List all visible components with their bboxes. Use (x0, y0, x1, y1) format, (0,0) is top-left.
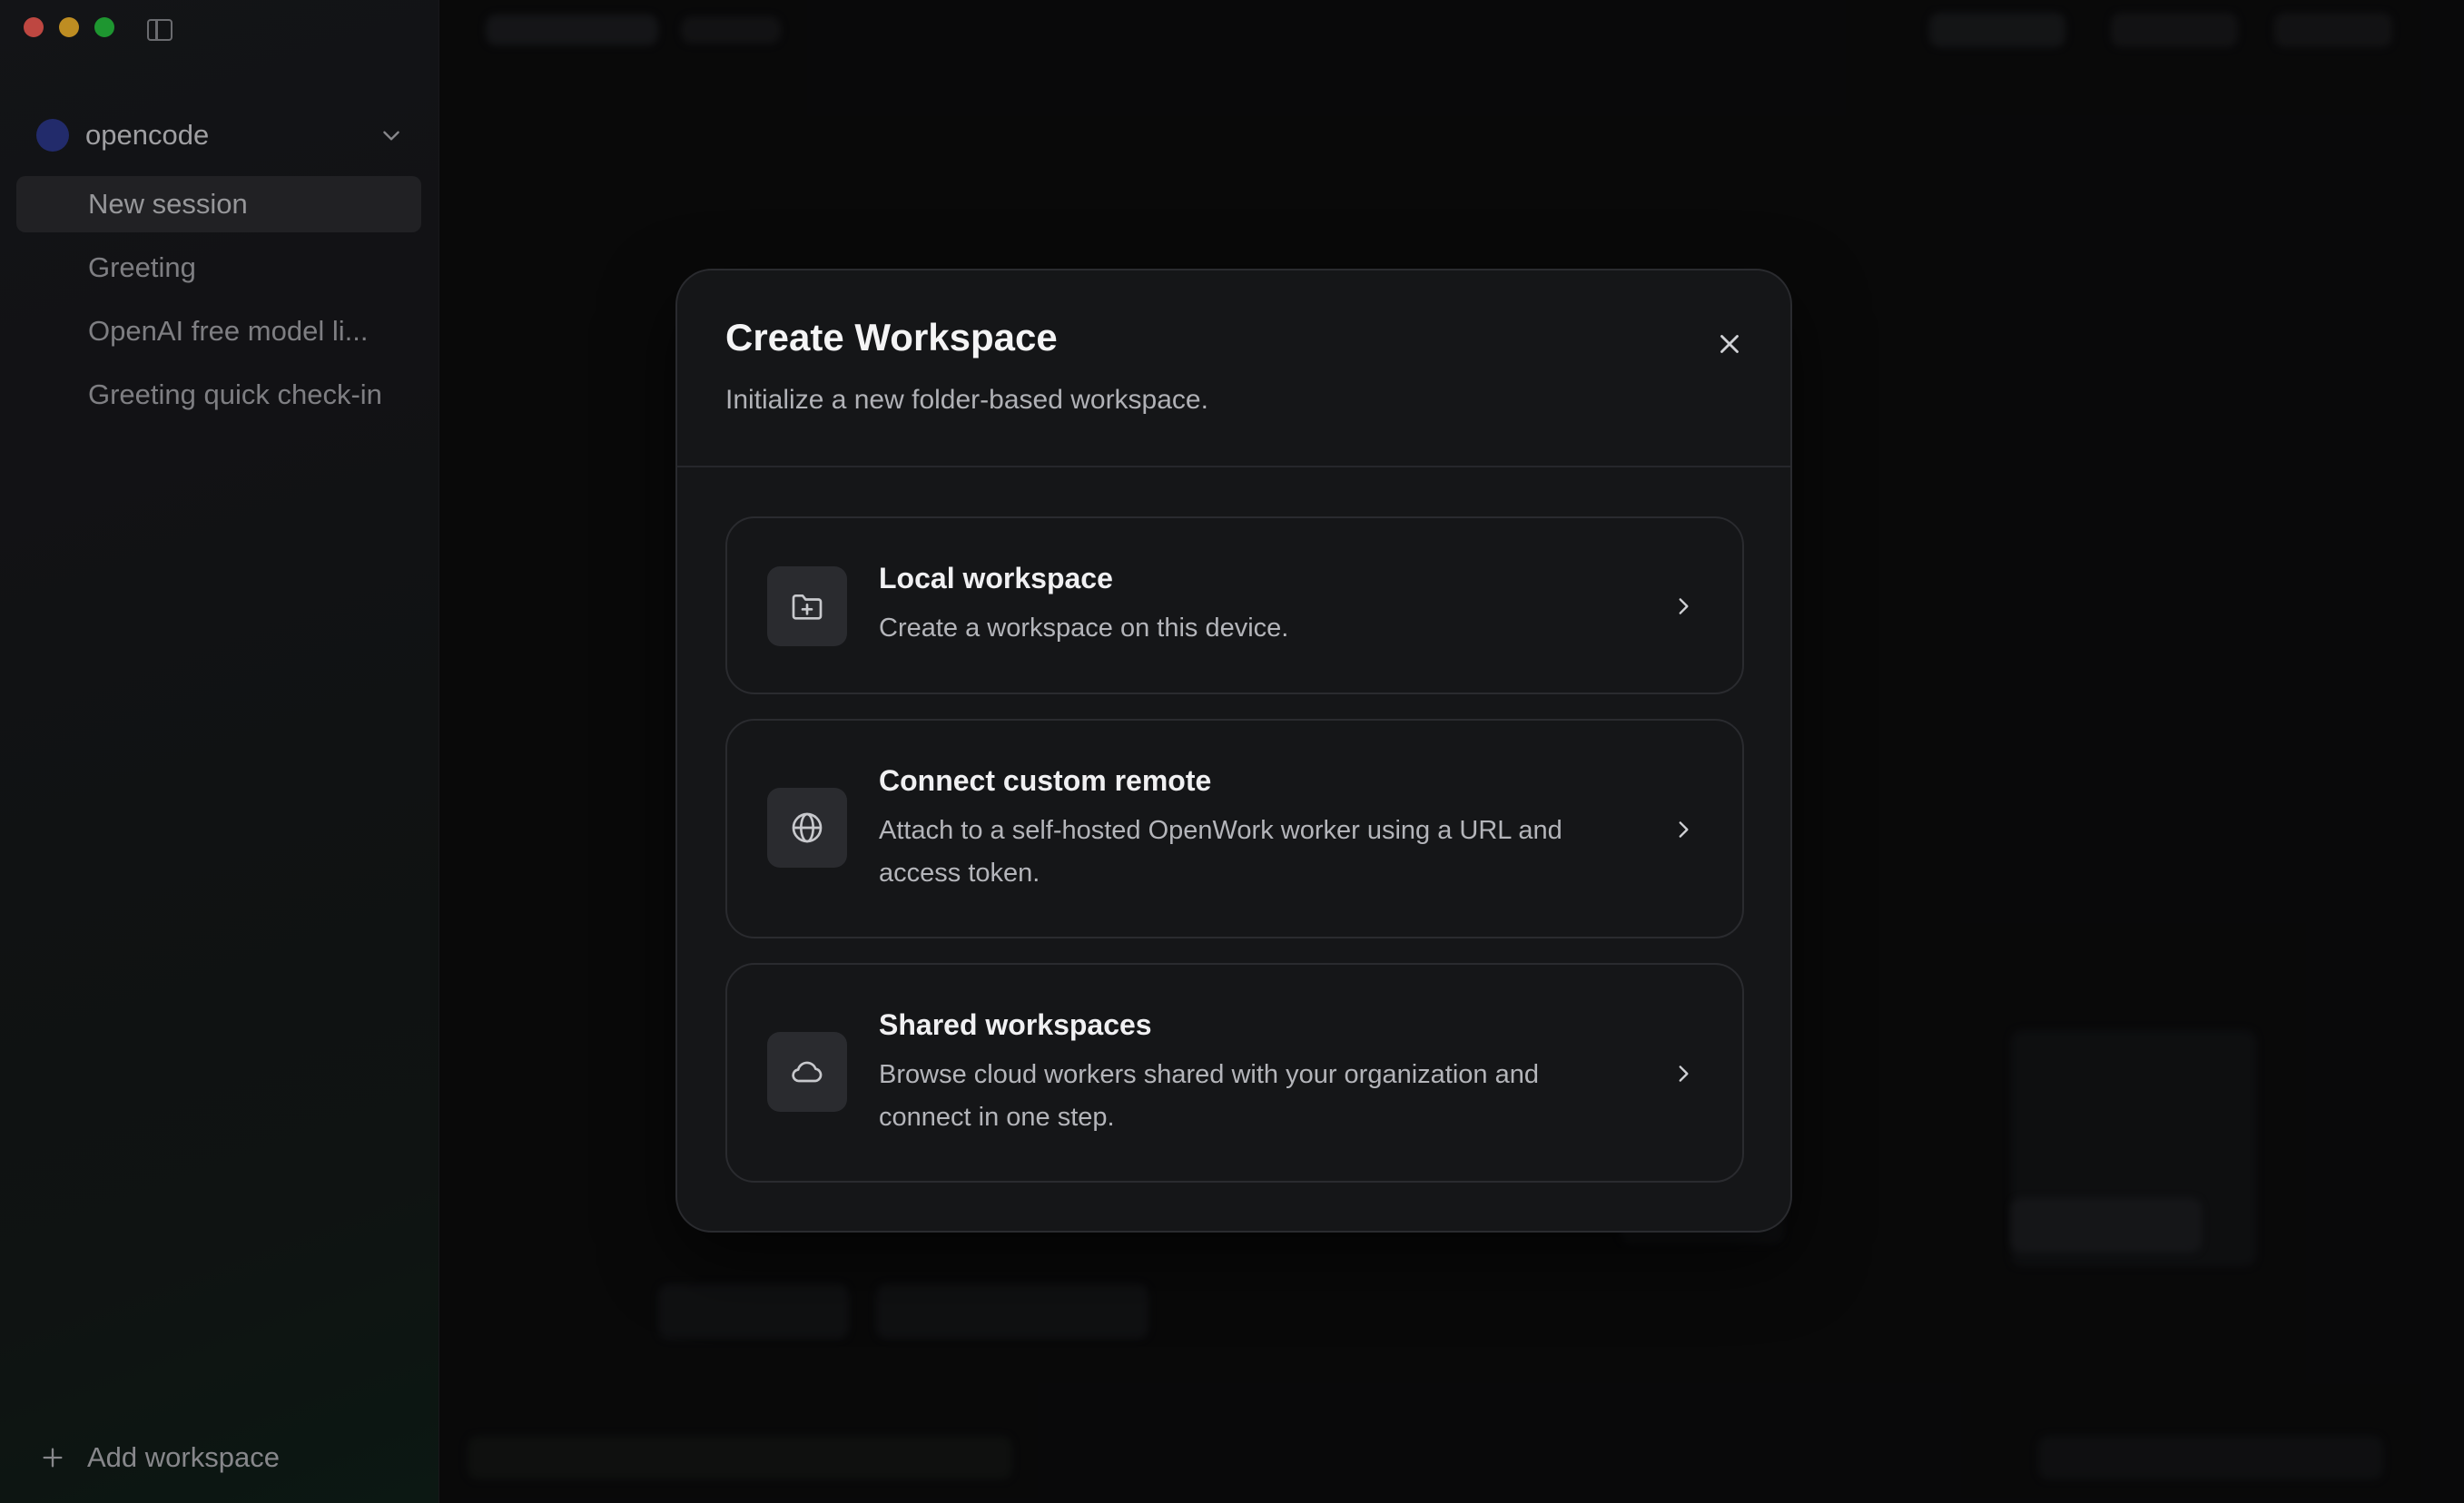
create-workspace-dialog: Create Workspace Initialize a new folder… (675, 269, 1792, 1233)
option-description: Browse cloud workers shared with your or… (879, 1060, 1539, 1132)
close-icon[interactable] (1714, 329, 1745, 359)
local-workspace-option[interactable]: Local workspace Create a workspace on th… (725, 516, 1744, 694)
option-description: Create a workspace on this device. (879, 614, 1289, 643)
folder-plus-icon (767, 566, 847, 646)
option-title: Connect custom remote (879, 764, 1212, 797)
chevron-right-icon (1671, 818, 1695, 841)
option-title: Shared workspaces (879, 1008, 1152, 1041)
dialog-subtitle: Initialize a new folder-based workspace. (725, 385, 1208, 415)
option-title: Local workspace (879, 562, 1113, 594)
chevron-right-icon (1671, 1062, 1695, 1086)
chevron-right-icon (1671, 594, 1695, 618)
option-description: Attach to a self-hosted OpenWork worker … (879, 816, 1562, 888)
shared-workspaces-option[interactable]: Shared workspaces Browse cloud workers s… (725, 963, 1744, 1183)
globe-icon (767, 788, 847, 868)
app-window: opencode New session Greeting OpenAI fre… (0, 0, 2464, 1503)
connect-custom-remote-option[interactable]: Connect custom remote Attach to a self-h… (725, 719, 1744, 938)
dialog-title: Create Workspace (725, 316, 1058, 359)
dialog-header: Create Workspace Initialize a new folder… (677, 270, 1790, 467)
cloud-icon (767, 1032, 847, 1112)
